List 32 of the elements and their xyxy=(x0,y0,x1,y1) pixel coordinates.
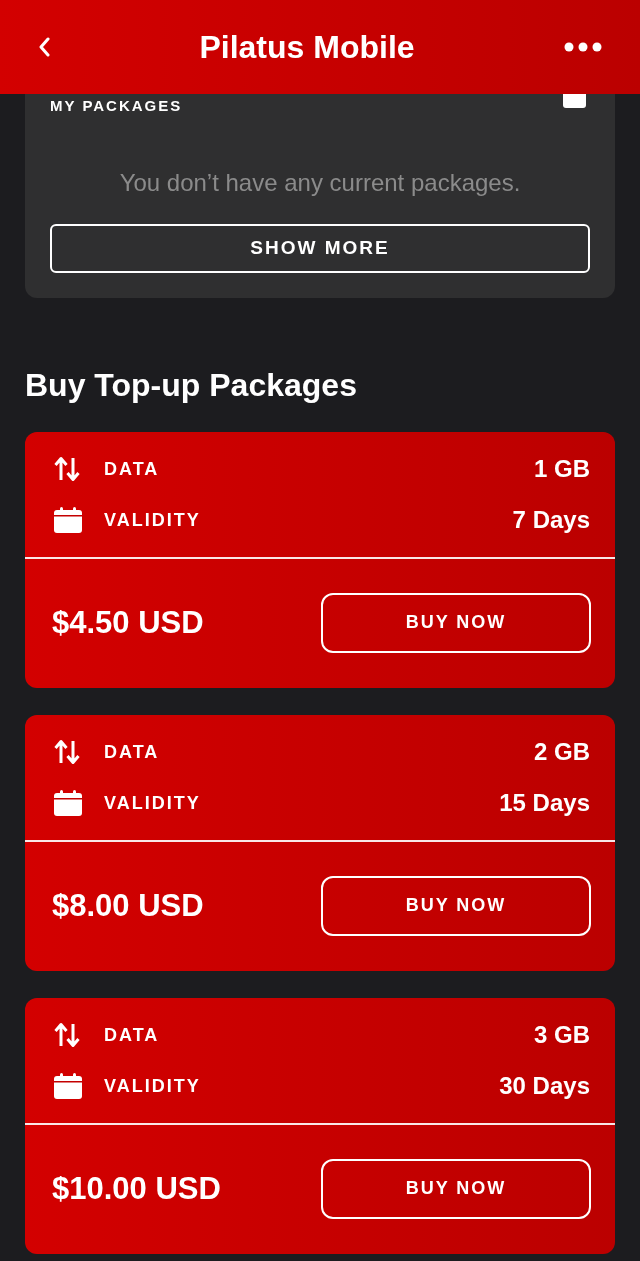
buy-now-button[interactable]: BUY NOW xyxy=(321,592,591,653)
app-title: Pilatus Mobile xyxy=(199,28,415,67)
section-heading: Buy Top-up Packages xyxy=(25,366,358,405)
calendar-icon xyxy=(54,507,82,533)
row-label: DATA xyxy=(104,741,160,763)
up-down-arrows-icon xyxy=(54,1022,80,1048)
up-down-arrows-icon xyxy=(54,739,80,765)
row-value: 3 GB xyxy=(534,1020,590,1050)
buy-now-button[interactable]: BUY NOW xyxy=(321,1158,591,1219)
empty-message: You don’t have any current packages. xyxy=(118,168,522,198)
more-icon[interactable] xyxy=(564,42,602,52)
package-price: $10.00 USD xyxy=(52,1169,221,1208)
row-value: 7 Days xyxy=(512,505,590,535)
buy-now-button[interactable]: BUY NOW xyxy=(321,875,591,936)
square-icon xyxy=(563,94,586,108)
section-label: MY PACKAGES xyxy=(50,97,183,115)
row-value: 30 Days xyxy=(499,1071,590,1101)
row-value: 2 GB xyxy=(534,737,590,767)
row-value: 15 Days xyxy=(499,788,590,818)
show-more-button[interactable]: SHOW MORE xyxy=(50,224,590,273)
calendar-icon xyxy=(54,790,82,816)
row-label: DATA xyxy=(104,1024,160,1046)
row-label: VALIDITY xyxy=(104,1075,201,1097)
row-label: VALIDITY xyxy=(104,792,201,814)
package-price: $8.00 USD xyxy=(52,886,204,925)
row-label: DATA xyxy=(104,458,160,480)
package-price: $4.50 USD xyxy=(52,603,204,642)
back-icon[interactable] xyxy=(38,37,50,57)
row-label: VALIDITY xyxy=(104,509,201,531)
calendar-icon xyxy=(54,1073,82,1099)
row-value: 1 GB xyxy=(534,454,590,484)
up-down-arrows-icon xyxy=(54,456,80,482)
